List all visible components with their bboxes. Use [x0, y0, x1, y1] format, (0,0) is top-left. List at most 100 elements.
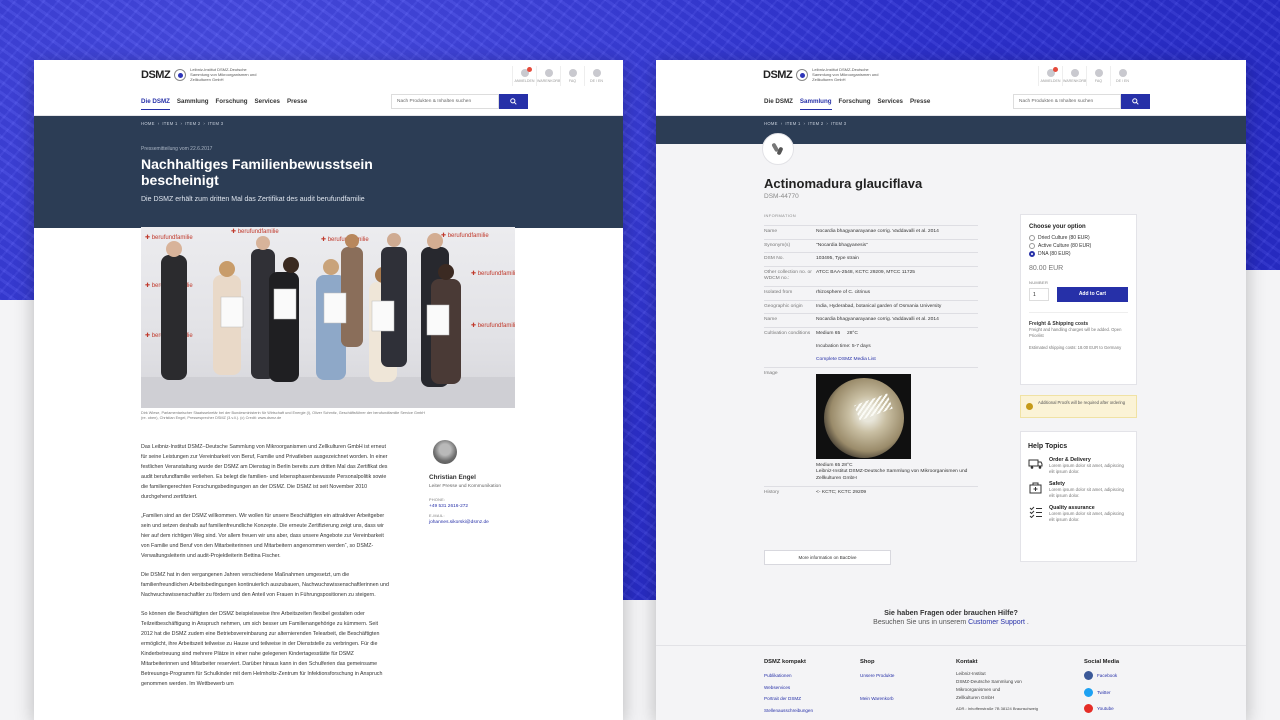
breadcrumb-home[interactable]: HOME [141, 121, 155, 126]
nav-presse[interactable]: Presse [910, 98, 930, 110]
youtube-link[interactable]: Youtube [1084, 703, 1119, 715]
cultivation-row: Cultivation conditions Medium 65 28°C Inc… [764, 326, 978, 367]
help-order-delivery[interactable]: Order & Delivery Lorem ipsum dolor sit am… [1028, 457, 1129, 474]
search-button[interactable] [1121, 94, 1150, 109]
logo-mark-icon [796, 68, 809, 81]
row-key: Name [764, 229, 778, 234]
footer-heading: Kontakt [956, 659, 978, 665]
facebook-label: Facebook [1097, 673, 1118, 678]
footer-link[interactable]: Webservices [764, 682, 813, 694]
paragraph: Das Leibniz-Institut DSMZ–Deutsche Samml… [141, 444, 388, 500]
safety-box-icon [1029, 482, 1042, 494]
footer-link[interactable]: Mein Warenkorb [860, 693, 894, 705]
nav-services[interactable]: Services [255, 98, 280, 110]
row-value: "Nocardia bhagyanesis" [816, 242, 868, 248]
quantity-select[interactable]: 1 [1029, 288, 1049, 301]
culture-type-badge [762, 133, 794, 165]
nav-forschung[interactable]: Forschung [216, 98, 248, 110]
facebook-link[interactable]: Facebook [1084, 670, 1119, 682]
language-switch[interactable]: DE / EN [1110, 66, 1134, 86]
faq-button[interactable]: FAQ [1086, 66, 1110, 86]
footer-col-shop: Shop Unsere Produkte Mein Warenkorb [860, 658, 894, 704]
page-title: Nachhaltiges Familienbewusstsein beschei… [141, 156, 373, 188]
email-link[interactable]: johannes.sikorski@dsmz.de [429, 520, 529, 525]
truck-icon [1028, 459, 1043, 469]
breadcrumb-home[interactable]: HOME [764, 121, 778, 126]
email-label: E-MAIL: [429, 514, 445, 518]
shipping-text: Freight and handling charges will be add… [1029, 327, 1122, 338]
media-list-link[interactable]: Complete DSMZ Media List [816, 357, 876, 362]
contact-role: Leiter Presse und Kommunikation [429, 484, 501, 489]
paragraph: Die DSMZ hat in den vergangenen Jahren v… [141, 572, 389, 598]
option-active-culture[interactable]: Active Culture (80 EUR) [1029, 243, 1128, 249]
breadcrumb-item-1[interactable]: ITEM 1 [162, 121, 177, 126]
faq-icon [1094, 69, 1103, 77]
image-credit: Leibniz-Institut DSMZ-Deutsche Sammlung … [816, 469, 968, 481]
breadcrumb-item-1[interactable]: ITEM 1 [785, 121, 800, 126]
footer-link[interactable]: Stellenausschreibungen [764, 705, 813, 717]
footer-link[interactable]: Portrait der DSMZ [764, 693, 813, 705]
incubation-value: Incubation time: 5-7 days [816, 343, 871, 349]
option-title: Choose your option [1029, 224, 1086, 230]
footer-col-contact: Kontakt Leibniz-Institut DSMZ-Deutsche S… [956, 658, 1038, 713]
contact-line: DSMZ-Deutsche Sammlung von [956, 679, 1022, 684]
dsmz-logo[interactable]: DSMZ Leibniz-Institut DSMZ-Deutsche Samm… [763, 67, 884, 82]
article-body: Das Leibniz-Institut DSMZ–Deutsche Samml… [141, 442, 391, 698]
nav-sammlung[interactable]: Sammlung [177, 98, 209, 110]
photo-caption: Dirk Wiese, Parlamentarischer Staatssekr… [141, 411, 426, 420]
history-row: History <- KCTC; KCTC 29209 [764, 485, 978, 500]
nav-forschung[interactable]: Forschung [839, 98, 871, 110]
medium-value: Medium 65 28°C [816, 330, 858, 336]
estimated-shipping: Estimated shipping costs: 18.00 EUR to G… [1029, 345, 1122, 350]
faq-label: FAQ [1094, 79, 1103, 83]
option-dna[interactable]: DNA (80 EUR) [1029, 251, 1128, 257]
breadcrumb-item-3[interactable]: ITEM 3 [831, 121, 846, 126]
cart-badge [1053, 67, 1058, 72]
group-photo: ✚ berufundfamilie ✚ berufundfamilie ✚ be… [141, 227, 515, 408]
add-to-cart-button[interactable]: Add to Cart [1056, 287, 1128, 302]
table-row: Synonym(s) "Nocardia bhagyanesis" [764, 238, 978, 253]
cart-button[interactable]: WARENKORB [527, 66, 560, 86]
faq-icon [568, 69, 577, 77]
contact-line: Mikroorganismen und [956, 687, 1001, 692]
phone-link[interactable]: +49 531 2616-272 [429, 504, 529, 509]
bacdive-button[interactable]: More information on BacDive [764, 550, 891, 565]
twitter-link[interactable]: Twitter [1084, 687, 1119, 699]
search-input[interactable]: Nach Produkten & Inhalten suchen [1013, 94, 1121, 109]
login-button[interactable]: ANMELDEN [1038, 66, 1062, 86]
faq-button[interactable]: FAQ [560, 66, 584, 86]
proof-alert: Additional Proofs will be required after… [1020, 395, 1137, 418]
help-safety[interactable]: Safety Lorem ipsum dolor sit amet, adipis… [1028, 481, 1129, 498]
search-button[interactable] [499, 94, 528, 109]
option-dried-culture[interactable]: Dried Culture (80 EUR) [1029, 235, 1128, 241]
support-text-end: . [1026, 619, 1029, 626]
nav-sammlung[interactable]: Sammlung [799, 98, 832, 110]
nav-die-dsmz[interactable]: Die DSMZ [764, 98, 793, 110]
nav-presse[interactable]: Presse [287, 98, 307, 110]
customer-support-link[interactable]: Customer Support [968, 619, 1025, 626]
language-switch[interactable]: DE / EN [584, 66, 608, 86]
nav-services[interactable]: Services [878, 98, 903, 110]
logo-subtitle: Leibniz-Institut DSMZ-Deutsche Sammlung … [812, 67, 879, 82]
row-key: Synonym(s) [764, 242, 791, 248]
cart-button[interactable]: WARENKORB [1053, 66, 1086, 86]
row-key: DSM No. [764, 256, 784, 262]
footer-link[interactable]: Unsere Produkte [860, 670, 894, 682]
paragraph: So können die Beschäftigten der DSMZ bei… [141, 611, 383, 687]
login-button[interactable]: ANMELDEN [512, 66, 536, 86]
language-icon [1118, 69, 1127, 77]
breadcrumb-item-3[interactable]: ITEM 3 [208, 121, 223, 126]
breadcrumb-item-2[interactable]: ITEM 2 [808, 121, 823, 126]
nav-die-dsmz[interactable]: Die DSMZ [141, 98, 170, 110]
bacteria-icon [772, 143, 783, 155]
search-input[interactable]: Nach Produkten & Inhalten suchen [391, 94, 499, 109]
breadcrumb-item-2[interactable]: ITEM 2 [185, 121, 200, 126]
help-quality[interactable]: Quality assurance Lorem ipsum dolor sit a… [1028, 505, 1129, 522]
address-value: Inhoffenstraße 7B 38124 Braunschweig [967, 706, 1038, 711]
background-light-middle [623, 600, 656, 720]
price: 80.00 EUR [1029, 265, 1064, 272]
footer-link[interactable]: Publikationen [764, 670, 813, 682]
background-light-right [1246, 270, 1280, 720]
petri-dish-image[interactable] [816, 373, 911, 459]
dsmz-logo[interactable]: DSMZ Leibniz-Institut DSMZ-Deutsche Samm… [141, 67, 262, 82]
